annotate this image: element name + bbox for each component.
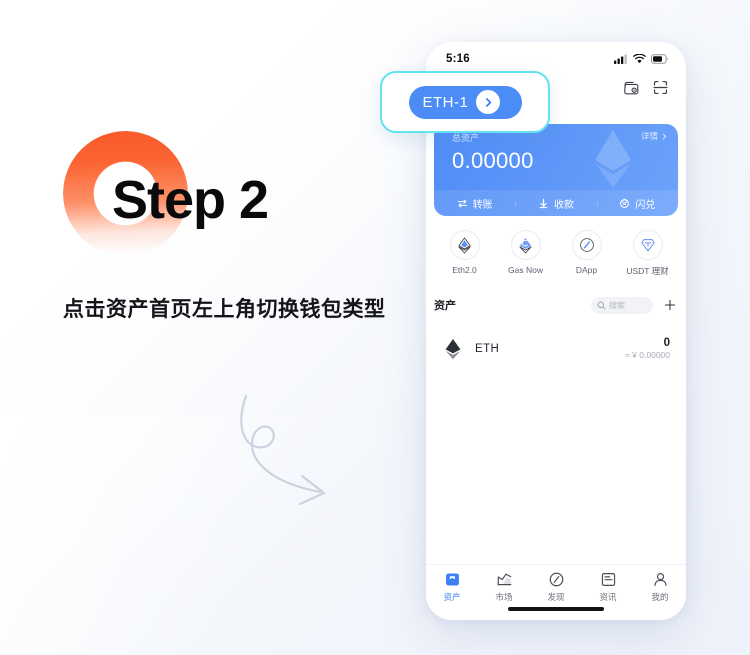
card-detail-link[interactable]: 详情 bbox=[641, 130, 668, 142]
quick-action-gas[interactable]: Gas Now bbox=[498, 230, 554, 277]
quick-action-label: USDT 理财 bbox=[626, 266, 669, 276]
eth-token-icon bbox=[445, 339, 461, 360]
eth-stake-icon bbox=[449, 230, 480, 260]
status-icons bbox=[614, 54, 669, 64]
tab-news[interactable]: 资讯 bbox=[582, 571, 634, 603]
page-root: Step 2 点击资产首页左上角切换钱包类型 5:16 详情 总资产 0.000… bbox=[0, 0, 750, 655]
page-title: Step 2 bbox=[112, 170, 269, 230]
discover-tab-icon bbox=[549, 572, 563, 587]
tab-label: 市场 bbox=[495, 592, 513, 602]
status-time: 5:16 bbox=[446, 53, 470, 65]
tab-label: 资讯 bbox=[599, 592, 617, 602]
wifi-icon bbox=[633, 54, 646, 64]
plus-icon bbox=[664, 299, 676, 311]
asset-amount: 0 bbox=[663, 336, 670, 349]
usdt-finance-icon bbox=[632, 230, 663, 260]
swap-icon bbox=[620, 198, 630, 208]
scan-icon[interactable] bbox=[652, 79, 669, 96]
transfer-button[interactable]: 转账 bbox=[434, 196, 515, 211]
assets-header: 资产 搜索 bbox=[434, 294, 678, 316]
receive-label: 收款 bbox=[553, 199, 574, 211]
assets-title: 资产 bbox=[434, 300, 456, 312]
tab-label: 发现 bbox=[547, 592, 565, 602]
balance-card[interactable]: 详情 总资产 0.00000 转账 收款 闪兑 bbox=[434, 124, 678, 216]
wallet-label: ETH-1 bbox=[422, 93, 469, 111]
tab-label: 我的 bbox=[651, 592, 669, 602]
gas-icon bbox=[510, 230, 541, 260]
assets-tools: 搜索 bbox=[591, 296, 678, 314]
receive-icon bbox=[539, 198, 548, 208]
add-token-button[interactable] bbox=[662, 297, 678, 313]
home-indicator bbox=[508, 607, 604, 611]
transfer-icon bbox=[457, 199, 467, 207]
callout-highlight: ETH-1 bbox=[380, 71, 550, 133]
tab-market[interactable]: 市场 bbox=[478, 571, 530, 603]
asset-identity: ETH bbox=[434, 338, 499, 360]
battery-icon bbox=[651, 54, 669, 64]
market-tab-icon bbox=[497, 573, 511, 586]
wallet-icon[interactable] bbox=[623, 79, 640, 96]
ethereum-watermark-icon bbox=[595, 130, 631, 188]
bottom-tab-bar: 资产 市场 发现 资讯 我的 bbox=[426, 564, 686, 620]
quick-action-label: Gas Now bbox=[508, 265, 543, 275]
wallet-tab-icon bbox=[445, 573, 459, 586]
curved-arrow-icon bbox=[240, 394, 326, 506]
swap-label: 闪兑 bbox=[635, 199, 656, 211]
quick-action-row: Eth2.0 Gas Now DApp USDT 理财 bbox=[434, 230, 678, 277]
quick-action-dapp[interactable]: DApp bbox=[559, 230, 615, 277]
swap-button[interactable]: 闪兑 bbox=[596, 196, 678, 211]
asset-symbol: ETH bbox=[475, 343, 500, 355]
wallet-switch-button[interactable]: ETH-1 bbox=[408, 85, 522, 119]
tab-label: 资产 bbox=[443, 592, 461, 602]
table-row[interactable]: ETH 0 ≈ ¥ 0.00000 bbox=[434, 330, 678, 368]
quick-action-usdt[interactable]: USDT 理财 bbox=[620, 230, 676, 277]
instruction-panel: Step 2 点击资产首页左上角切换钱包类型 bbox=[0, 0, 430, 655]
chevron-right-icon bbox=[476, 90, 501, 114]
search-icon bbox=[597, 301, 606, 310]
chevron-right-icon bbox=[662, 133, 667, 139]
profile-tab-icon bbox=[653, 573, 667, 586]
card-detail-label: 详情 bbox=[640, 131, 658, 141]
step-description: 点击资产首页左上角切换钱包类型 bbox=[63, 298, 386, 321]
tab-discover[interactable]: 发现 bbox=[530, 571, 582, 603]
search-placeholder: 搜索 bbox=[609, 300, 625, 310]
signal-icon bbox=[614, 54, 627, 64]
transfer-label: 转账 bbox=[472, 199, 493, 211]
asset-values: 0 ≈ ¥ 0.00000 bbox=[625, 336, 678, 362]
asset-fiat-value: ≈ ¥ 0.00000 bbox=[625, 350, 670, 361]
quick-action-label: Eth2.0 bbox=[452, 265, 477, 275]
status-bar: 5:16 bbox=[426, 42, 686, 72]
news-tab-icon bbox=[601, 573, 615, 586]
tab-assets[interactable]: 资产 bbox=[426, 571, 478, 603]
tab-profile[interactable]: 我的 bbox=[634, 571, 686, 603]
receive-button[interactable]: 收款 bbox=[515, 196, 596, 211]
quick-action-eth2[interactable]: Eth2.0 bbox=[437, 230, 493, 277]
card-action-row: 转账 收款 闪兑 bbox=[434, 190, 678, 216]
compass-icon bbox=[571, 230, 602, 260]
search-input[interactable]: 搜索 bbox=[591, 296, 653, 314]
balance-amount: 0.00000 bbox=[452, 148, 534, 173]
quick-action-label: DApp bbox=[575, 265, 598, 275]
